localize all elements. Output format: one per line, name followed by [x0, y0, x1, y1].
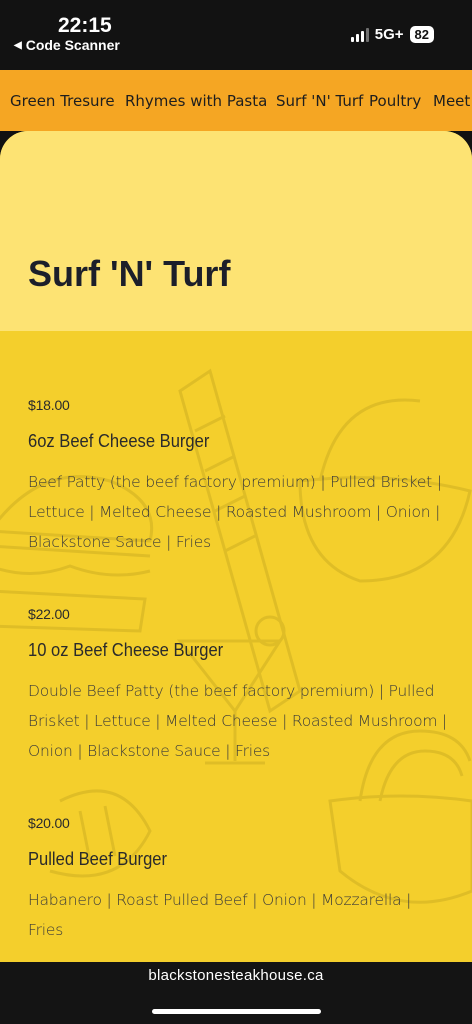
item-description: Double Beef Patty (the beef factory prem…	[28, 682, 448, 760]
status-indicators: 5G+ 82	[350, 26, 434, 43]
category-tab-rhymes-with-pasta[interactable]: Rhymes with Pasta	[125, 92, 267, 110]
back-arrow-icon: ◀	[14, 39, 22, 51]
back-to-app-link[interactable]: ◀ Code Scanner	[14, 37, 120, 53]
menu-item[interactable]: $20.00 Pulled Beef Burger Habanero | Roa…	[28, 815, 448, 945]
item-name: 6oz Beef Cheese Burger	[28, 431, 210, 451]
status-bar: 22:15 ◀ Code Scanner 5G+ 82	[0, 0, 472, 70]
category-tab-surf-n-turf[interactable]: Surf 'N' Turf	[276, 92, 363, 110]
item-description: Beef Patty (the beef factory premium) | …	[28, 473, 442, 551]
battery-icon: 82	[409, 26, 434, 43]
item-price: $22.00	[28, 606, 70, 622]
status-time: 22:15	[58, 14, 112, 37]
menu-section-card: Surf 'N' Turf $18.00 6oz Beef Cheese Bur…	[0, 131, 472, 962]
menu-item[interactable]: $18.00 6oz Beef Cheese Burger Beef Patty…	[28, 397, 448, 557]
item-name: Pulled Beef Burger	[28, 849, 168, 869]
category-nav: Green Tresure Rhymes with Pasta Surf 'N'…	[0, 70, 472, 131]
category-tab-poultry[interactable]: Poultry	[369, 92, 421, 110]
home-indicator[interactable]	[152, 1009, 321, 1014]
item-description: Habanero | Roast Pulled Beef | Onion | M…	[28, 891, 412, 939]
item-price: $20.00	[28, 815, 70, 831]
section-title: Surf 'N' Turf	[28, 253, 231, 294]
category-tab-green-tresure[interactable]: Green Tresure	[10, 92, 115, 110]
section-header: Surf 'N' Turf	[0, 131, 472, 331]
item-name: 10 oz Beef Cheese Burger	[28, 640, 224, 660]
item-price: $18.00	[28, 397, 70, 413]
browser-address-bar[interactable]: blackstonesteakhouse.ca	[0, 962, 472, 1024]
network-type: 5G+	[374, 26, 404, 43]
signal-icon	[350, 27, 369, 42]
back-app-label: Code Scanner	[25, 37, 120, 53]
site-url[interactable]: blackstonesteakhouse.ca	[0, 967, 472, 984]
menu-item[interactable]: $22.00 10 oz Beef Cheese Burger Double B…	[28, 606, 448, 766]
category-tab-meet[interactable]: Meet	[433, 92, 470, 110]
